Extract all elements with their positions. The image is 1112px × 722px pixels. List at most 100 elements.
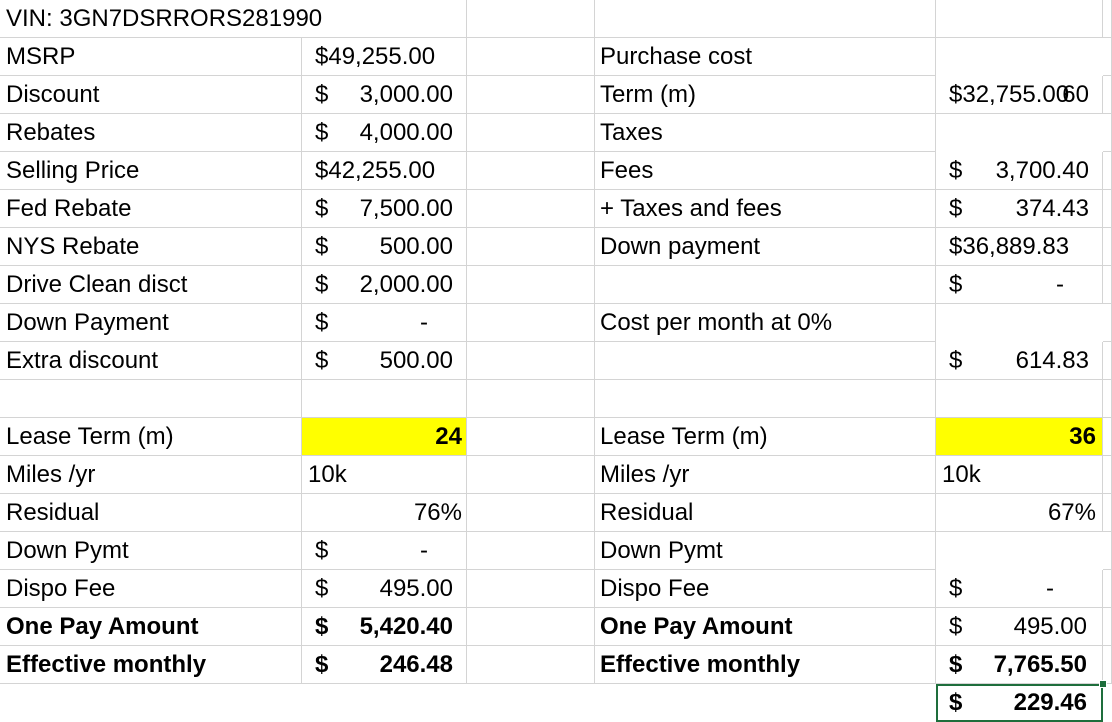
- empty-cell[interactable]: [467, 114, 595, 152]
- down-pymt-value[interactable]: $ -: [302, 532, 467, 570]
- miles-value[interactable]: 10k: [936, 456, 1103, 494]
- cost-per-month-label[interactable]: Cost per month at 0%: [595, 304, 936, 342]
- miles-value[interactable]: 10k: [302, 456, 467, 494]
- empty-cell[interactable]: [467, 266, 595, 304]
- miles-label[interactable]: Miles /yr: [0, 456, 302, 494]
- drive-clean-value[interactable]: $2,000.00: [302, 266, 467, 304]
- nys-rebate-label[interactable]: NYS Rebate: [0, 228, 302, 266]
- empty-cell[interactable]: [1103, 38, 1112, 76]
- dispo-fee-label[interactable]: Dispo Fee: [595, 570, 936, 608]
- dispo-fee-label[interactable]: Dispo Fee: [0, 570, 302, 608]
- empty-cell[interactable]: [467, 152, 595, 190]
- nys-rebate-value[interactable]: $500.00: [302, 228, 467, 266]
- selling-price-value[interactable]: $42,255.00: [302, 152, 467, 190]
- empty-cell[interactable]: [936, 0, 1103, 38]
- one-pay-label[interactable]: One Pay Amount: [0, 608, 302, 646]
- down-pymt-label[interactable]: Down Pymt: [595, 532, 936, 570]
- term-value[interactable]: 60: [936, 76, 1103, 114]
- residual-label[interactable]: Residual: [595, 494, 936, 532]
- one-pay-label[interactable]: One Pay Amount: [595, 608, 936, 646]
- empty-cell[interactable]: [595, 266, 936, 304]
- empty-cell[interactable]: [1103, 380, 1112, 418]
- empty-cell[interactable]: [1103, 228, 1112, 266]
- empty-cell[interactable]: [467, 646, 595, 684]
- down-pymt-label[interactable]: Down Pymt: [0, 532, 302, 570]
- discount-value[interactable]: $3,000.00: [302, 76, 467, 114]
- empty-cell[interactable]: [467, 456, 595, 494]
- lease-term-label[interactable]: Lease Term (m): [0, 418, 302, 456]
- empty-cell[interactable]: [302, 380, 467, 418]
- one-pay-value[interactable]: $5,420.40: [302, 608, 467, 646]
- miles-label[interactable]: Miles /yr: [595, 456, 936, 494]
- empty-cell[interactable]: [467, 532, 595, 570]
- lease-term-value[interactable]: 24: [302, 418, 467, 456]
- extra-discount-value[interactable]: $500.00: [302, 342, 467, 380]
- empty-cell[interactable]: [1103, 456, 1112, 494]
- rebates-value[interactable]: $4,000.00: [302, 114, 467, 152]
- empty-cell[interactable]: [1103, 190, 1112, 228]
- empty-cell[interactable]: [467, 76, 595, 114]
- empty-cell[interactable]: [467, 0, 595, 38]
- vin-cell[interactable]: VIN: 3GN7DSRRORS281990: [0, 0, 467, 38]
- extra-discount-label[interactable]: Extra discount: [0, 342, 302, 380]
- empty-cell[interactable]: [1103, 342, 1112, 380]
- empty-cell[interactable]: [467, 608, 595, 646]
- empty-cell[interactable]: [1103, 152, 1112, 190]
- residual-value[interactable]: 76%: [302, 494, 467, 532]
- residual-label[interactable]: Residual: [0, 494, 302, 532]
- effective-monthly-value-selected[interactable]: $229.46: [936, 684, 1103, 722]
- empty-cell[interactable]: [595, 380, 936, 418]
- empty-cell[interactable]: [1103, 76, 1112, 114]
- fees-label[interactable]: Fees: [595, 152, 936, 190]
- taxes-and-fees-label[interactable]: + Taxes and fees: [595, 190, 936, 228]
- down-payment-label[interactable]: Down payment: [595, 228, 936, 266]
- empty-cell[interactable]: [936, 380, 1103, 418]
- down-payment-value[interactable]: $ -: [302, 304, 467, 342]
- term-label[interactable]: Term (m): [595, 76, 936, 114]
- drive-clean-label[interactable]: Drive Clean disct: [0, 266, 302, 304]
- empty-cell[interactable]: [467, 228, 595, 266]
- lease-term-label[interactable]: Lease Term (m): [595, 418, 936, 456]
- empty-cell[interactable]: [595, 342, 936, 380]
- spreadsheet-grid[interactable]: VIN: 3GN7DSRRORS281990 MSRP $49,255.00 P…: [0, 0, 1112, 722]
- empty-cell[interactable]: [595, 0, 936, 38]
- empty-cell[interactable]: [467, 38, 595, 76]
- fill-handle[interactable]: [1099, 680, 1107, 688]
- lease-term-value[interactable]: 36: [936, 418, 1103, 456]
- empty-cell[interactable]: [1103, 418, 1112, 456]
- empty-cell[interactable]: [0, 380, 302, 418]
- taxes-label[interactable]: Taxes: [595, 114, 936, 152]
- discount-label[interactable]: Discount: [0, 76, 302, 114]
- effective-monthly-value[interactable]: $246.48: [302, 646, 467, 684]
- empty-cell[interactable]: [1103, 494, 1112, 532]
- effective-monthly-label[interactable]: Effective monthly: [0, 646, 302, 684]
- selling-price-label[interactable]: Selling Price: [0, 152, 302, 190]
- msrp-label[interactable]: MSRP: [0, 38, 302, 76]
- empty-cell[interactable]: [467, 342, 595, 380]
- empty-cell[interactable]: [1103, 570, 1112, 608]
- empty-cell[interactable]: [1103, 532, 1112, 570]
- empty-cell[interactable]: [1103, 608, 1112, 646]
- empty-cell[interactable]: [467, 570, 595, 608]
- empty-cell[interactable]: [1103, 304, 1112, 342]
- empty-cell[interactable]: [1103, 646, 1112, 684]
- empty-cell[interactable]: [936, 342, 1103, 380]
- empty-cell[interactable]: [467, 494, 595, 532]
- msrp-value[interactable]: $49,255.00: [302, 38, 467, 76]
- effective-monthly-label[interactable]: Effective monthly: [595, 646, 936, 684]
- dispo-fee-value[interactable]: $495.00: [302, 570, 467, 608]
- down-payment-label[interactable]: Down Payment: [0, 304, 302, 342]
- empty-cell[interactable]: [936, 266, 1103, 304]
- empty-cell[interactable]: [467, 380, 595, 418]
- residual-value[interactable]: 67%: [936, 494, 1103, 532]
- empty-cell[interactable]: [1103, 0, 1112, 38]
- empty-cell[interactable]: [1103, 114, 1112, 152]
- fed-rebate-value[interactable]: $7,500.00: [302, 190, 467, 228]
- empty-cell[interactable]: [467, 418, 595, 456]
- purchase-cost-label[interactable]: Purchase cost: [595, 38, 936, 76]
- empty-cell[interactable]: [1103, 266, 1112, 304]
- empty-cell[interactable]: [467, 190, 595, 228]
- empty-cell[interactable]: [467, 304, 595, 342]
- fed-rebate-label[interactable]: Fed Rebate: [0, 190, 302, 228]
- rebates-label[interactable]: Rebates: [0, 114, 302, 152]
